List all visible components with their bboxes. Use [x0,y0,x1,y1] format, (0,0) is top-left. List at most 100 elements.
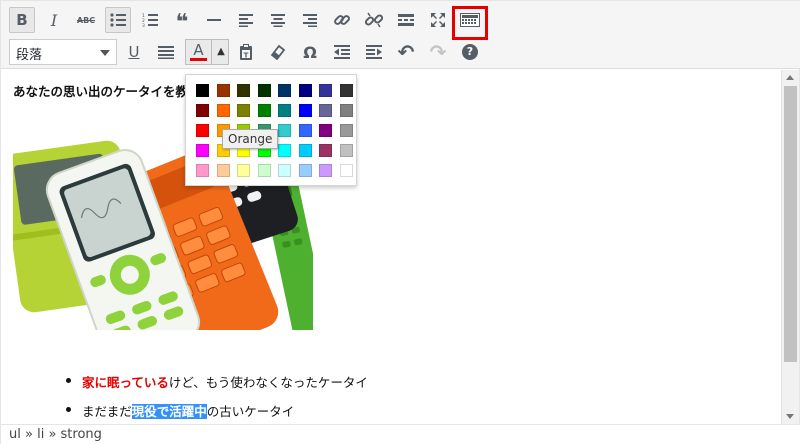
color-swatch[interactable] [257,84,271,97]
paste-as-text-button[interactable]: T [233,39,259,65]
scroll-down-arrow-icon[interactable] [782,409,799,424]
italic-icon: I [50,10,58,30]
color-swatch[interactable] [216,164,230,177]
color-swatch[interactable] [196,164,209,177]
undo-icon: ↶ [397,40,415,64]
color-swatch[interactable] [216,104,230,117]
help-button[interactable]: ? [457,39,483,65]
path-separator: » [44,427,61,442]
special-character-button[interactable]: Ω [297,39,323,65]
fullscreen-button[interactable] [425,7,451,33]
color-swatch[interactable] [298,104,312,117]
editor-content[interactable]: あなたの思い出のケータイを教 家に眠っているけど、もう使わなくなったケータイ ま… [1,70,783,424]
clear-formatting-button[interactable] [265,39,291,65]
align-left-icon [239,14,253,27]
selected-strong-text: 現役で活躍中 [131,404,207,419]
blockquote-icon: ❝ [175,10,189,35]
color-swatch[interactable] [298,164,312,177]
align-center-icon [271,14,285,27]
color-swatch[interactable] [196,84,209,97]
color-swatch[interactable] [298,144,312,157]
numbered-list-icon: 123 [142,13,158,27]
content-heading: あなたの思い出のケータイを教 [13,84,189,99]
color-swatch[interactable] [278,164,291,177]
svg-text:T: T [244,52,249,60]
indent-button[interactable] [361,39,387,65]
indent-icon [366,45,382,59]
horizontal-line-button[interactable] [201,7,227,33]
color-swatch[interactable] [339,164,353,177]
highlight-box [452,6,488,40]
insert-link-button[interactable] [329,7,355,33]
strikethrough-icon: ABC [76,15,96,25]
bold-button[interactable]: B [9,7,35,33]
align-right-button[interactable] [297,7,323,33]
color-swatch[interactable] [339,124,353,137]
color-swatch[interactable] [278,124,291,137]
color-swatch[interactable] [257,104,271,117]
outdent-icon [334,45,350,59]
color-swatch[interactable] [339,144,353,157]
text-color-apply[interactable]: A [186,40,212,64]
read-more-icon [398,14,414,26]
unlink-icon [365,12,383,28]
undo-button[interactable]: ↶ [393,39,419,65]
blockquote-button[interactable]: ❝ [169,7,195,35]
bullet-list-button[interactable] [105,7,131,33]
color-swatch[interactable] [237,164,250,177]
remove-link-button[interactable] [361,7,387,33]
scrollbar-thumb[interactable] [784,86,797,362]
italic-button[interactable]: I [41,7,67,33]
align-center-button[interactable] [265,7,291,33]
fullscreen-icon [431,13,445,27]
color-swatch[interactable] [278,104,291,117]
color-swatch[interactable] [319,164,332,177]
color-swatch[interactable] [319,124,332,137]
path-item-strong[interactable]: strong [61,427,102,442]
toolbar-row-1: B I ABC 123 ❝ [1,5,800,40]
text-color-dropdown-toggle[interactable]: ▲ [213,40,229,64]
color-swatch[interactable] [257,164,271,177]
list-item: 家に眠っているけど、もう使わなくなったケータイ [63,372,368,401]
scroll-up-arrow-icon[interactable] [782,70,799,85]
color-swatch[interactable] [298,124,312,137]
chevron-down-icon [100,50,110,56]
format-select[interactable]: 段落 [9,39,117,65]
color-swatch[interactable] [278,144,291,157]
align-left-button[interactable] [233,7,259,33]
path-item-ul[interactable]: ul [9,427,21,442]
color-swatch[interactable] [216,84,230,97]
strikethrough-button[interactable]: ABC [73,7,99,33]
color-swatch[interactable] [237,84,250,97]
path-separator: » [20,427,38,442]
color-swatch[interactable] [196,124,209,137]
color-swatch[interactable] [319,84,332,97]
color-swatch[interactable] [319,144,332,157]
underline-icon: U [128,43,140,61]
color-swatch[interactable] [339,104,353,117]
vertical-scrollbar[interactable] [781,70,799,424]
underline-button[interactable]: U [121,39,147,65]
svg-text:3: 3 [142,23,145,27]
text-color-indicator [190,58,207,61]
color-swatch[interactable] [196,104,209,117]
bullet-list-icon [110,13,126,27]
read-more-button[interactable] [393,7,419,33]
justify-button[interactable] [153,39,179,65]
color-swatch[interactable] [196,144,209,157]
align-right-icon [303,14,317,27]
color-swatch[interactable] [237,104,250,117]
color-swatch[interactable] [339,84,353,97]
color-swatch[interactable] [319,104,332,117]
color-swatch[interactable] [278,84,291,97]
list-item-prefix: まだまだ [82,404,132,419]
color-swatch[interactable] [298,84,312,97]
editor-toolbar: B I ABC 123 ❝ 段落 U A ▲ T Ω ↶ ↷ ? [1,1,800,69]
element-path: ul » li » strong [1,424,800,444]
text-color-button[interactable]: A ▲ [185,39,229,65]
redo-button[interactable]: ↷ [425,39,451,65]
outdent-button[interactable] [329,39,355,65]
bullet-list: 家に眠っているけど、もう使わなくなったケータイ まだまだ現役で活躍中の古いケータ… [63,372,368,424]
list-item-text: の古いケータイ [206,404,295,419]
numbered-list-button[interactable]: 123 [137,7,163,33]
